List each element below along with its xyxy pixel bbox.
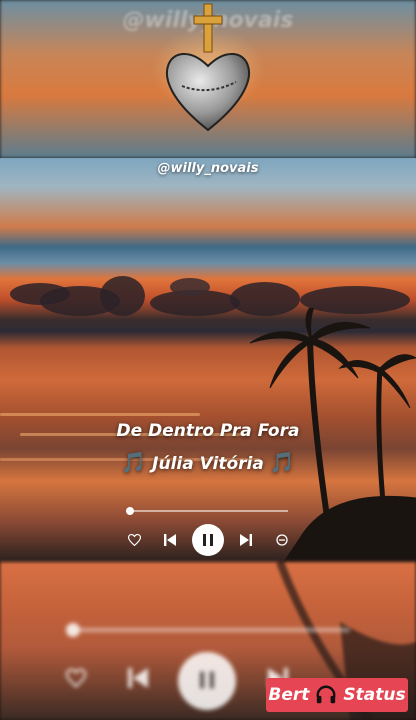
progress-knob[interactable] [126,507,134,515]
brand-label-right: Status [343,685,406,705]
artist-row: 🎵 Júlia Vitória 🎵 [0,450,416,474]
brand-label-left: Bert [268,685,310,705]
pause-button[interactable] [192,524,224,556]
username-label: @willy_novais [157,161,259,176]
sunset-beach-background [0,158,416,568]
pause-icon [203,534,213,546]
artist-name: Júlia Vitória [152,454,264,474]
previous-icon[interactable] [162,532,178,548]
heart-icon[interactable] [126,532,142,548]
music-note-icon: 🎵 [269,450,295,474]
headphones-icon [316,685,336,704]
brand-badge: Bert Status [266,678,408,712]
minus-circle-icon[interactable] [274,532,290,548]
heart-cross-logo [165,3,251,132]
music-note-icon: 🎵 [121,450,147,474]
next-icon[interactable] [238,532,254,548]
progress-track[interactable] [130,510,288,512]
song-title: De Dentro Pra Fora [116,421,300,441]
